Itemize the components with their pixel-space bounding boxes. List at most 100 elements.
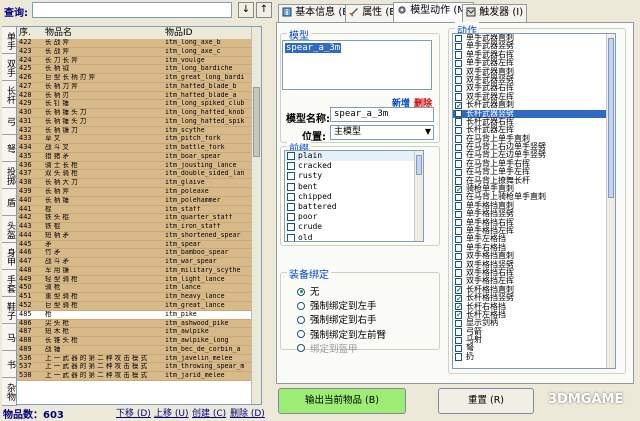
radio-button[interactable]	[297, 301, 305, 310]
checkbox[interactable]	[287, 223, 295, 232]
checkbox[interactable]	[455, 210, 463, 219]
checkbox[interactable]	[455, 126, 463, 135]
checkbox[interactable]	[455, 168, 463, 177]
create-link[interactable]: 创建 (C)	[192, 406, 226, 419]
side-tab[interactable]: 盾	[2, 188, 17, 217]
table-row[interactable]: 536 上 一 武 器 的 第 二 种 攻 击 模 式 itm_javelin_me…	[17, 354, 253, 364]
checkbox[interactable]	[455, 193, 463, 202]
checkbox[interactable]	[455, 235, 463, 244]
tab-triggers[interactable]: 触发器 (I)	[462, 4, 528, 22]
checkbox[interactable]	[455, 110, 463, 118]
checkbox[interactable]	[287, 233, 295, 241]
checkbox[interactable]	[455, 319, 463, 328]
table-row[interactable]: 485 枪 itm_pike	[17, 310, 253, 320]
table-row[interactable]: 423 长 战 斧 itm_long_axe_c	[17, 47, 253, 57]
table-row[interactable]: 432 长 柄 镰 刀 itm_scythe	[17, 126, 253, 136]
checkbox[interactable]	[455, 252, 463, 261]
checkbox[interactable]	[455, 328, 463, 336]
model-list[interactable]: spear_a_3m	[282, 40, 432, 90]
table-row[interactable]: 427 长 柄 刀 斧 itm_hafted_blade_b	[17, 82, 253, 92]
checkbox-checked[interactable]: ✔	[455, 303, 463, 311]
scroll-thumb[interactable]	[253, 87, 260, 157]
table-row[interactable]: 424 长 刀 长 斧 itm_voulge	[17, 56, 253, 66]
table-row[interactable]: 429 长 钉 锤 itm_long_spiked_club	[17, 100, 253, 110]
action-item[interactable]: 弩	[453, 344, 615, 353]
model-name-input[interactable]: spear_a_3m	[330, 107, 434, 122]
table-row[interactable]: 441 棍 itm_staff	[17, 205, 253, 215]
checkbox[interactable]	[455, 68, 463, 76]
table-row[interactable]: 487 短 木 枪 itm_awlpike	[17, 328, 253, 338]
table-row[interactable]: 425 长 柄 钺 itm_long_bardiche	[17, 65, 253, 75]
table-row[interactable]: 444 短 柄 矛 itm_shortened_spear	[17, 231, 253, 241]
side-tab[interactable]: 杂物	[2, 377, 17, 406]
checkbox[interactable]	[287, 182, 295, 191]
checkbox[interactable]	[455, 42, 463, 51]
export-item-button[interactable]: 输出当前物品 (B)	[278, 388, 406, 414]
prefix-item[interactable]: rusty	[285, 171, 423, 181]
table-row[interactable]: 451 重 型 骑 枪 itm_heavy_lance	[17, 293, 253, 302]
side-tab[interactable]: 投掷	[2, 161, 17, 190]
checkbox[interactable]	[455, 261, 463, 269]
scroll-thumb[interactable]	[608, 38, 614, 198]
equip-option[interactable]: 强制绑定到右手	[297, 312, 377, 326]
table-row[interactable]: 447 战 斗 矛 itm_war_spear	[17, 258, 253, 267]
checkbox[interactable]	[455, 93, 463, 101]
checkbox[interactable]	[455, 269, 463, 277]
table-row[interactable]: 488 长 锥 头 枪 itm_awlpike_long	[17, 337, 253, 346]
table-row[interactable]: 486 尖 头 枪 itm_ashwood_pike	[17, 319, 253, 329]
checkbox-checked[interactable]: ✔	[455, 286, 463, 294]
scroll-thumb[interactable]	[416, 155, 422, 175]
table-row[interactable]: 439 长 柄 斧 itm_poleaxe	[17, 188, 253, 197]
checkbox[interactable]	[455, 177, 463, 185]
prefix-item[interactable]: plain	[285, 151, 423, 162]
checkbox[interactable]	[455, 353, 463, 361]
table-row[interactable]: 428 长 柄 刃 itm_hafted_blade_a	[17, 91, 253, 101]
action-item[interactable]: 马射	[453, 335, 615, 344]
column-header-name[interactable]: 物品名	[45, 27, 72, 39]
equip-option[interactable]: 绑定到盔甲	[297, 341, 358, 355]
checkbox-checked[interactable]: ✔	[455, 311, 463, 319]
side-tab[interactable]: 弩	[2, 134, 17, 163]
checkbox[interactable]	[455, 244, 463, 252]
table-row[interactable]: 445 矛 itm_spear	[17, 240, 253, 250]
prefix-item[interactable]: poor	[285, 212, 423, 222]
checkbox[interactable]	[455, 76, 463, 84]
checkbox[interactable]	[455, 51, 463, 59]
table-row[interactable]: 433 草 叉 itm_pitch_fork	[17, 135, 253, 145]
table-row[interactable]: 435 猎 猪 矛 itm_boar_spear	[17, 152, 253, 162]
table-row[interactable]: 442 铁 头 棍 itm_quarter_staff	[17, 214, 253, 224]
radio-button[interactable]	[297, 287, 305, 296]
checkbox[interactable]	[455, 84, 463, 93]
side-tab[interactable]: 手套	[2, 269, 17, 298]
prefix-item[interactable]: cracked	[285, 161, 423, 171]
table-row[interactable]: 430 长 柄 锤 头 刀 itm_long_hafted_knob	[17, 109, 253, 118]
radio-button[interactable]	[297, 330, 305, 339]
checkbox[interactable]	[455, 336, 463, 344]
prefix-scrollbar[interactable]	[414, 151, 423, 241]
prefix-item[interactable]: bent	[285, 182, 423, 192]
table-row[interactable]: 448 军 用 镰 itm_military_scythe	[17, 266, 253, 276]
table-row[interactable]: 489 战 锤 itm_bec_de_corbin_a	[17, 345, 253, 355]
checkbox[interactable]	[455, 151, 463, 160]
action-scrollbar[interactable]	[606, 34, 615, 368]
column-header-code[interactable]: 物品ID	[165, 27, 193, 39]
checkbox[interactable]	[287, 152, 295, 160]
table-row[interactable]: 537 上 一 武 器 的 第 二 种 攻 击 模 式 itm_throwing_s…	[17, 363, 253, 373]
checkbox[interactable]	[287, 202, 295, 211]
checkbox[interactable]	[455, 34, 463, 42]
side-tab[interactable]: 头盔	[2, 215, 17, 244]
search-up-button[interactable]: ↑	[256, 2, 272, 18]
prefix-item[interactable]: chipped	[285, 192, 423, 202]
radio-button[interactable]	[297, 315, 305, 324]
table-row[interactable]: 449 轻 型 骑 枪 itm_light_lance	[17, 275, 253, 285]
checkbox[interactable]	[455, 277, 463, 286]
table-row[interactable]: 422 长 战 斧 itm_long_axe_b	[17, 39, 253, 48]
checkbox[interactable]	[455, 135, 463, 143]
position-select[interactable]: 主模型 ▼	[330, 125, 434, 140]
table-scrollbar[interactable]	[251, 27, 261, 404]
table-row[interactable]: 538 上 一 武 器 的 第 二 种 攻 击 模 式 itm_jarid_mele…	[17, 372, 253, 381]
checkbox[interactable]	[455, 118, 463, 126]
side-tab[interactable]: 双手	[2, 53, 17, 82]
checkbox-checked[interactable]: ✔	[455, 294, 463, 302]
move-down-link[interactable]: 下移 (D)	[116, 406, 151, 419]
